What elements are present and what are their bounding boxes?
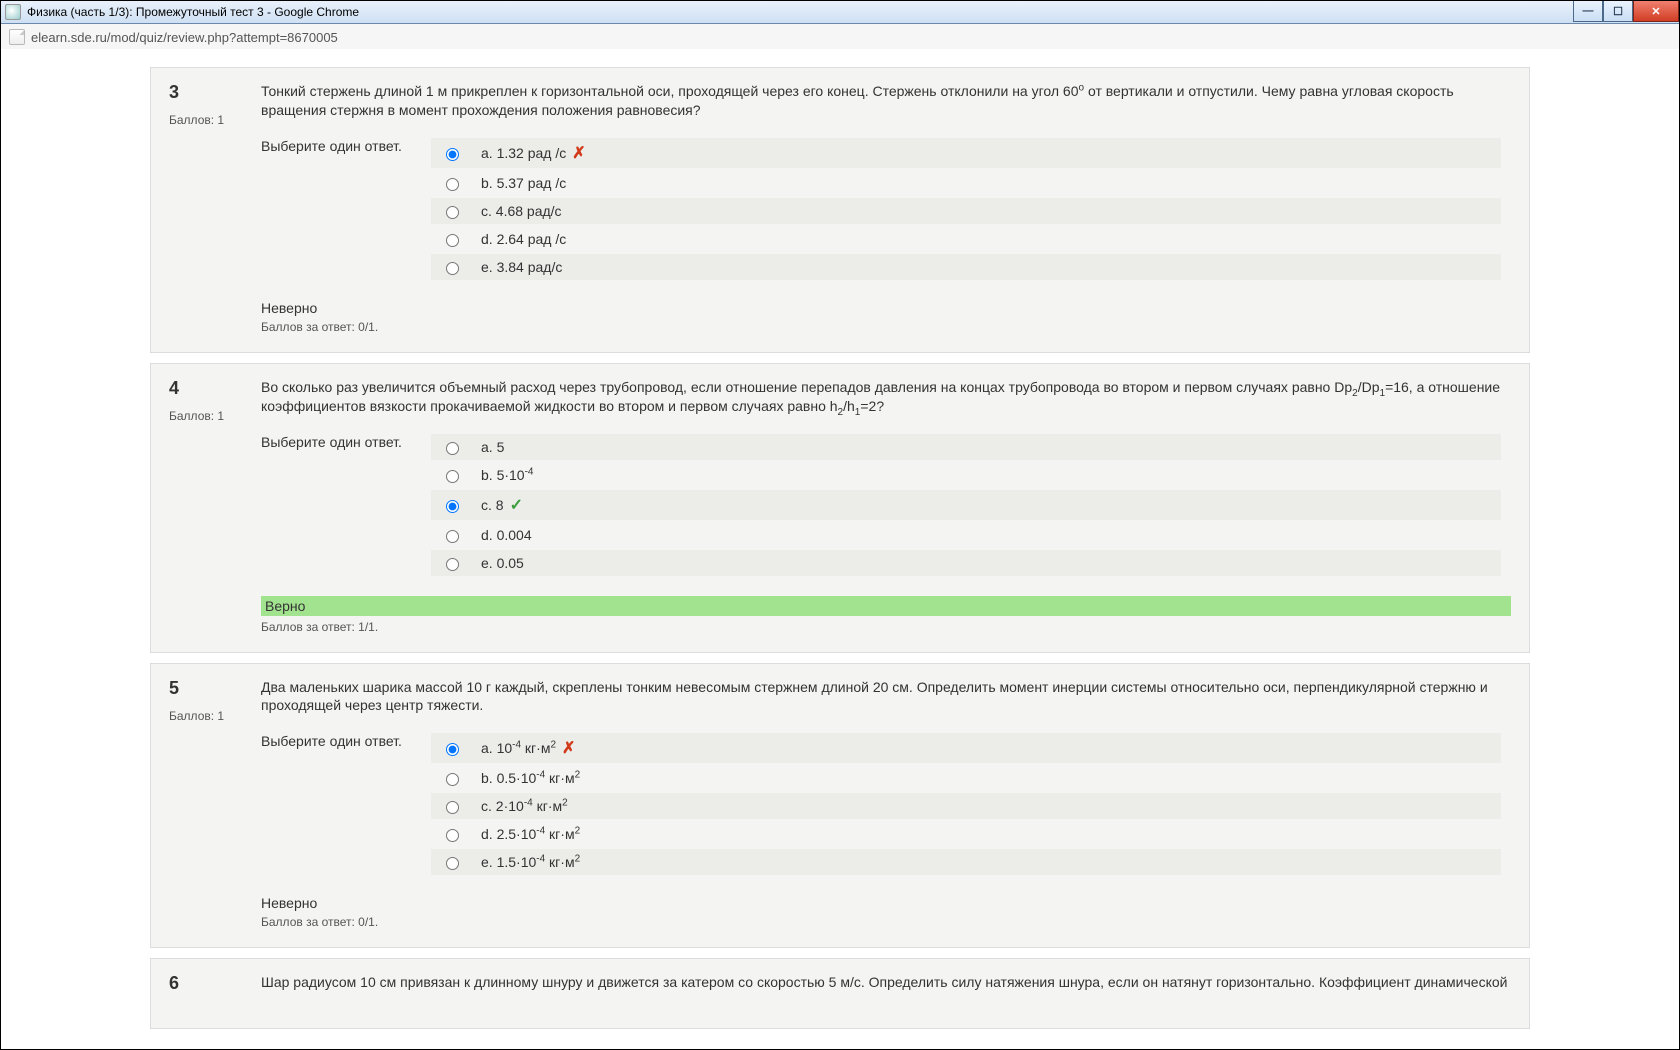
browser-window: Физика (часть 1/3): Промежуточный тест 3… xyxy=(0,0,1680,1050)
score-text: Баллов за ответ: 0/1. xyxy=(261,915,1511,929)
answer-option[interactable]: d. 2.5·10-4 кг·м2 xyxy=(431,821,1501,847)
answer-option[interactable]: a. 10-4 кг·м2 ✗ xyxy=(431,733,1501,763)
answer-option[interactable]: d. 2.64 рад /с xyxy=(431,226,1501,252)
answer-prompt: Выберите один ответ. xyxy=(261,138,431,154)
favicon-icon xyxy=(5,4,21,20)
question-text: Тонкий стержень длиной 1 м прикреплен к … xyxy=(261,82,1511,120)
feedback-text: Неверно xyxy=(261,300,1511,316)
window-title: Физика (часть 1/3): Промежуточный тест 3… xyxy=(27,5,359,19)
answer-option[interactable]: a. 1.32 рад /с ✗ xyxy=(431,138,1501,168)
answer-radio[interactable] xyxy=(446,442,459,455)
answer-list: a. 10-4 кг·м2 ✗ b. 0.5·10-4 кг·м2 c. 2·10-4… xyxy=(431,733,1501,877)
feedback-text: Верно xyxy=(261,596,1511,616)
url-text[interactable]: elearn.sde.ru/mod/quiz/review.php?attemp… xyxy=(31,30,338,45)
question-number: 6 xyxy=(169,973,251,994)
answer-list: a. 1.32 рад /с ✗ b. 5.37 рад /с c. 4.68 рад… xyxy=(431,138,1501,282)
close-button[interactable]: ✕ xyxy=(1633,1,1679,22)
answer-option[interactable]: b. 0.5·10-4 кг·м2 xyxy=(431,765,1501,791)
answer-label: e. 0.05 xyxy=(481,555,524,571)
answer-option[interactable]: c. 4.68 рад/с xyxy=(431,198,1501,224)
question-grade: Баллов: 1 xyxy=(169,409,251,423)
answer-option[interactable]: c. 8 ✓ xyxy=(431,490,1501,520)
answer-label: c. 8 xyxy=(481,497,504,513)
answer-option[interactable]: e. 3.84 рад/с xyxy=(431,254,1501,280)
answer-label: b. 0.5·10-4 кг·м2 xyxy=(481,770,580,786)
address-bar: elearn.sde.ru/mod/quiz/review.php?attemp… xyxy=(1,24,1679,51)
question-grade: Баллов: 1 xyxy=(169,709,251,723)
answer-label: d. 2.5·10-4 кг·м2 xyxy=(481,826,580,842)
wrong-icon: ✗ xyxy=(562,738,575,758)
answer-radio[interactable] xyxy=(446,801,459,814)
question-card: 4 Баллов: 1 Во сколько раз увеличится объе… xyxy=(150,363,1530,653)
answer-radio[interactable] xyxy=(446,857,459,870)
question-number: 4 xyxy=(169,378,251,399)
page-viewport[interactable]: 3 Баллов: 1 Тонкий стержень длиной 1 м при… xyxy=(1,49,1679,1049)
answer-radio[interactable] xyxy=(446,234,459,247)
question-card: 6 Шар радиусом 10 см привязан к длинному … xyxy=(150,958,1530,1029)
answer-label: b. 5.37 рад /с xyxy=(481,175,566,191)
question-text: Во сколько раз увеличится объемный расхо… xyxy=(261,378,1511,416)
window-buttons: — ☐ ✕ xyxy=(1573,1,1679,23)
answer-option[interactable]: a. 5 xyxy=(431,434,1501,460)
answer-radio[interactable] xyxy=(446,530,459,543)
answer-option[interactable]: b. 5·10-4 xyxy=(431,462,1501,488)
answer-label: a. 5 xyxy=(481,439,504,455)
answer-radio[interactable] xyxy=(446,500,459,513)
answer-radio[interactable] xyxy=(446,470,459,483)
answer-option[interactable]: e. 1.5·10-4 кг·м2 xyxy=(431,849,1501,875)
question-grade: Баллов: 1 xyxy=(169,113,251,127)
answer-label: c. 2·10-4 кг·м2 xyxy=(481,798,568,814)
answer-label: d. 0.004 xyxy=(481,527,532,543)
score-text: Баллов за ответ: 0/1. xyxy=(261,320,1511,334)
quiz-page: 3 Баллов: 1 Тонкий стержень длиной 1 м при… xyxy=(142,49,1538,1047)
answer-radio[interactable] xyxy=(446,829,459,842)
question-text: Два маленьких шарика массой 10 г каждый,… xyxy=(261,678,1511,716)
answer-radio[interactable] xyxy=(446,206,459,219)
question-text: Шар радиусом 10 см привязан к длинному ш… xyxy=(261,973,1511,992)
answer-label: b. 5·10-4 xyxy=(481,467,534,483)
answer-option[interactable]: c. 2·10-4 кг·м2 xyxy=(431,793,1501,819)
check-icon: ✓ xyxy=(510,495,523,515)
answer-radio[interactable] xyxy=(446,558,459,571)
answer-option[interactable]: d. 0.004 xyxy=(431,522,1501,548)
page-icon xyxy=(9,29,25,45)
answer-prompt: Выберите один ответ. xyxy=(261,434,431,450)
answer-option[interactable]: e. 0.05 xyxy=(431,550,1501,576)
answer-radio[interactable] xyxy=(446,773,459,786)
feedback-text: Неверно xyxy=(261,895,1511,911)
window-titlebar: Физика (часть 1/3): Промежуточный тест 3… xyxy=(1,1,1679,24)
answer-radio[interactable] xyxy=(446,148,459,161)
minimize-button[interactable]: — xyxy=(1573,1,1603,22)
answer-label: a. 1.32 рад /с xyxy=(481,145,566,161)
answer-label: e. 3.84 рад/с xyxy=(481,259,562,275)
question-number: 5 xyxy=(169,678,251,699)
answer-label: c. 4.68 рад/с xyxy=(481,203,562,219)
question-number: 3 xyxy=(169,82,251,103)
answer-label: a. 10-4 кг·м2 xyxy=(481,740,556,756)
answer-label: e. 1.5·10-4 кг·м2 xyxy=(481,854,580,870)
answer-label: d. 2.64 рад /с xyxy=(481,231,566,247)
answer-radio[interactable] xyxy=(446,178,459,191)
wrong-icon: ✗ xyxy=(572,143,585,163)
question-card: 5 Баллов: 1 Два маленьких шарика массой 10… xyxy=(150,663,1530,949)
answer-list: a. 5 b. 5·10-4 c. 8 ✓ d. 0.004 e. 0.05 xyxy=(431,434,1501,578)
answer-radio[interactable] xyxy=(446,743,459,756)
question-card: 3 Баллов: 1 Тонкий стержень длиной 1 м при… xyxy=(150,67,1530,353)
score-text: Баллов за ответ: 1/1. xyxy=(261,620,1511,634)
maximize-button[interactable]: ☐ xyxy=(1603,1,1633,22)
answer-option[interactable]: b. 5.37 рад /с xyxy=(431,170,1501,196)
answer-prompt: Выберите один ответ. xyxy=(261,733,431,749)
answer-radio[interactable] xyxy=(446,262,459,275)
